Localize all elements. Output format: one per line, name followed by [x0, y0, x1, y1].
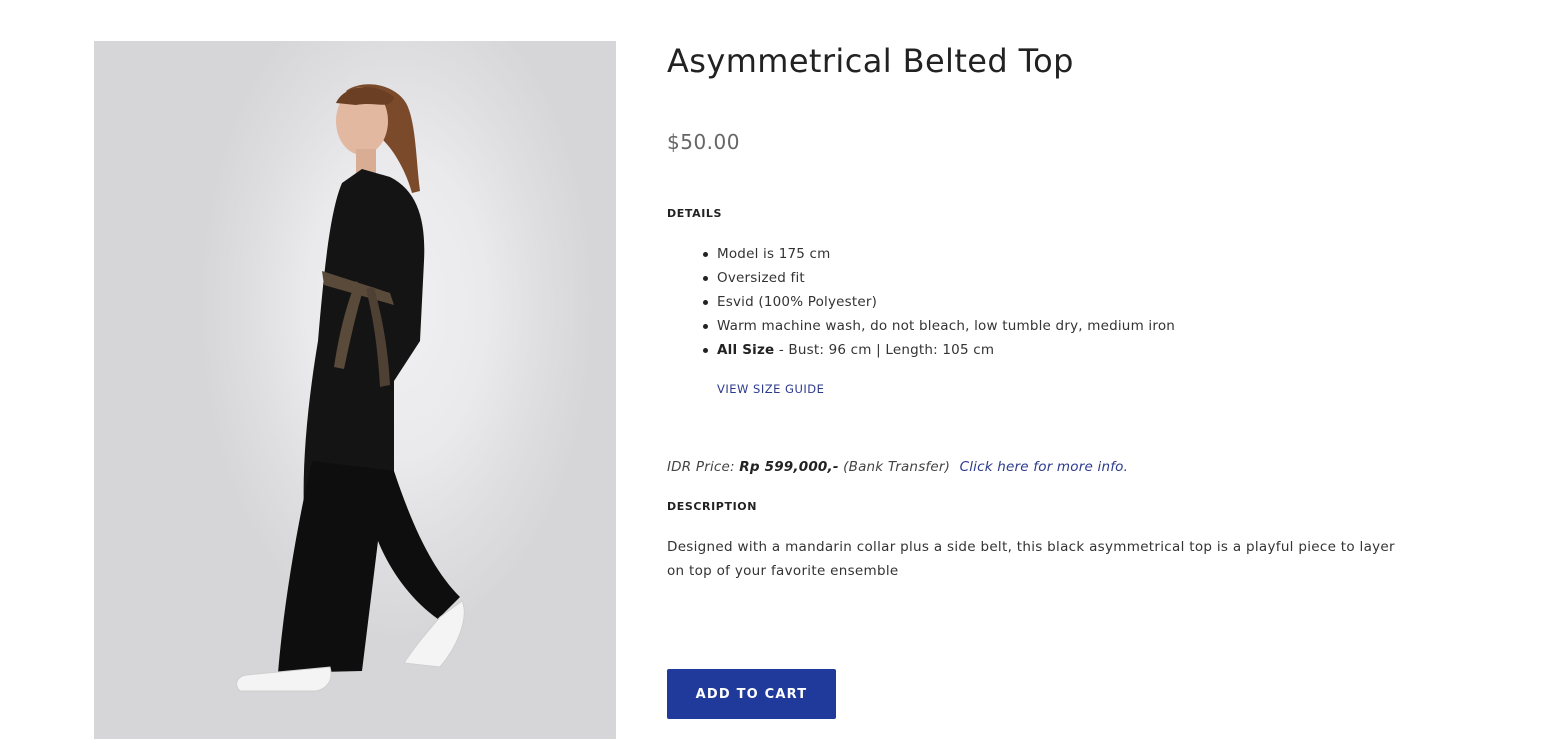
details-item: Warm machine wash, do not bleach, low tu… [702, 314, 1175, 338]
view-size-guide-link[interactable]: VIEW SIZE GUIDE [717, 382, 824, 396]
model-photo [236, 84, 465, 692]
add-to-cart-button[interactable]: ADD TO CART [667, 669, 836, 719]
details-heading: DETAILS [667, 207, 723, 220]
details-item: Model is 175 cm [702, 242, 1175, 266]
description-heading: DESCRIPTION [667, 500, 758, 513]
size-label: All Size [717, 342, 775, 358]
details-item: Oversized fit [702, 266, 1175, 290]
idr-price-line: IDR Price: Rp 599,000,- (Bank Transfer) … [667, 459, 1128, 475]
details-item-size: All Size - Bust: 96 cm | Length: 105 cm [702, 338, 1175, 362]
product-image[interactable] [94, 41, 616, 739]
more-info-link[interactable]: Click here for more info. [960, 459, 1129, 475]
product-title: Asymmetrical Belted Top [667, 42, 1074, 80]
details-list: Model is 175 cm Oversized fit Esvid (100… [702, 242, 1175, 362]
idr-method: (Bank Transfer) [838, 459, 951, 475]
product-price: $50.00 [667, 130, 740, 154]
details-item: Esvid (100% Polyester) [702, 290, 1175, 314]
idr-amount: Rp 599,000,- [739, 459, 839, 475]
description-text: Designed with a mandarin collar plus a s… [667, 539, 1395, 579]
idr-prefix: IDR Price: [667, 459, 740, 475]
size-measurements: - Bust: 96 cm | Length: 105 cm [774, 342, 995, 358]
